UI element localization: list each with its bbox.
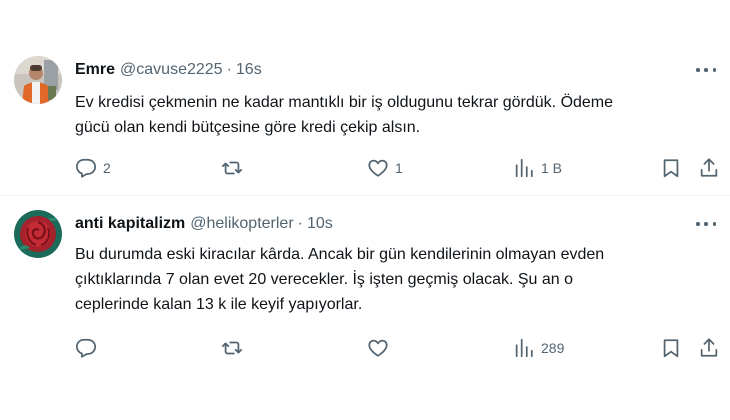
user-handle[interactable]: @helikopterler xyxy=(190,215,293,233)
bookmark-button[interactable] xyxy=(660,336,682,360)
like-button[interactable] xyxy=(367,336,395,360)
display-name[interactable]: anti kapitalizm xyxy=(75,215,185,233)
reply-button[interactable] xyxy=(75,336,103,360)
views-count: 289 xyxy=(541,340,565,356)
share-button[interactable] xyxy=(698,336,720,360)
like-icon xyxy=(368,339,388,357)
bottom-spacer xyxy=(0,370,730,420)
share-icon xyxy=(700,158,718,177)
reply-count: 2 xyxy=(103,160,111,176)
action-bar: 2 1 1 B xyxy=(75,156,720,180)
retweet-button[interactable] xyxy=(221,336,249,360)
views-button[interactable]: 289 xyxy=(513,336,564,360)
tweet-text: Bu durumda eski kiracılar kârda. Ancak b… xyxy=(75,246,605,313)
like-icon xyxy=(368,159,388,177)
tweet-emre[interactable]: Emre @cavuse2225 · 16s Ev kredisi çekmen… xyxy=(0,42,730,195)
like-button[interactable]: 1 xyxy=(367,156,403,180)
tweet-anti-kapitalizm[interactable]: anti kapitalizm @helikopterler · 10s Bu … xyxy=(0,196,730,370)
top-spacer xyxy=(0,0,730,42)
retweet-button[interactable] xyxy=(221,156,249,180)
bookmark-button[interactable] xyxy=(660,156,682,180)
separator-dot: · xyxy=(226,61,232,78)
retweet-icon xyxy=(221,161,243,175)
retweet-icon xyxy=(221,341,243,355)
reply-icon xyxy=(75,338,97,358)
tweet-header: Emre @cavuse2225 · 16s xyxy=(75,60,262,80)
separator-dot: · xyxy=(297,215,303,232)
bookmark-icon xyxy=(663,339,679,358)
reply-icon xyxy=(75,158,97,178)
views-button[interactable]: 1 B xyxy=(513,156,562,180)
tweet-text: Ev kredisi çekmenin ne kadar mantıklı bi… xyxy=(75,94,614,136)
views-icon xyxy=(515,338,533,358)
bookmark-icon xyxy=(663,159,679,178)
avatar[interactable] xyxy=(14,56,62,104)
share-icon xyxy=(700,338,718,357)
user-handle[interactable]: @cavuse2225 xyxy=(120,61,223,79)
timestamp[interactable]: 16s xyxy=(236,61,262,79)
tweet-header: anti kapitalizm @helikopterler · 10s xyxy=(75,214,333,234)
more-icon[interactable] xyxy=(696,218,716,230)
views-icon xyxy=(515,158,533,178)
display-name[interactable]: Emre xyxy=(75,61,115,79)
more-icon[interactable] xyxy=(696,64,716,76)
like-count: 1 xyxy=(395,160,403,176)
reply-button[interactable]: 2 xyxy=(75,156,111,180)
share-button[interactable] xyxy=(698,156,720,180)
views-count: 1 B xyxy=(541,160,563,176)
timestamp[interactable]: 10s xyxy=(307,215,333,233)
action-bar: 289 xyxy=(75,336,720,360)
avatar[interactable] xyxy=(14,210,62,258)
